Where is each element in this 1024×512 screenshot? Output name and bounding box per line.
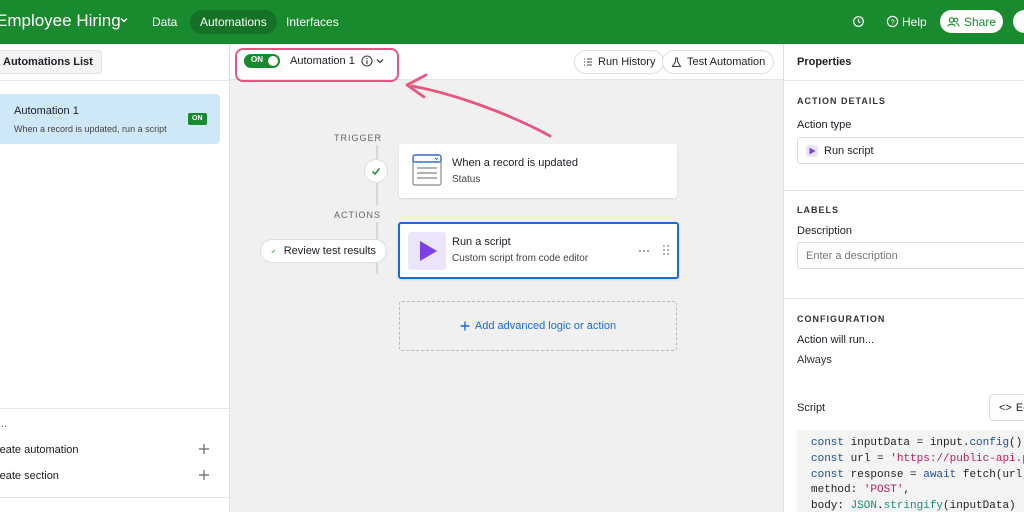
automations-sidebar: Automations List Automation 1 When a rec… [0,44,230,512]
divider [0,408,229,409]
code-line: body: JSON.stringify(inputData) [811,500,1016,512]
annotation-highlight-box [235,48,399,82]
flask-icon [671,56,682,67]
review-label: Review test results [283,245,376,257]
status-badge: ON [188,113,207,125]
avatar[interactable] [1013,10,1024,33]
list-icon [584,58,592,66]
more-icon[interactable] [638,246,650,256]
create-section-link[interactable]: Create section [0,470,59,482]
divider [784,190,1024,191]
play-icon [408,232,446,270]
nav-automations[interactable]: Automations [190,10,277,34]
trigger-card[interactable]: When a record is updated Status [399,144,677,198]
help-button[interactable]: Help [902,15,927,29]
code-line: const url = 'https://public-api.pro [811,452,1024,465]
review-test-results-button[interactable]: Review test results [260,239,387,263]
code-line: const inputData = input.config(); [811,437,1024,449]
trigger-status [364,159,388,183]
code-line: const response = await fetch(url, { [811,468,1024,481]
labels-heading: LABELS [797,205,839,215]
trigger-subtitle: Status [452,174,481,185]
code-icon: <> [999,401,1012,414]
test-automation-button[interactable]: Test Automation [662,50,775,74]
description-input[interactable]: Enter a description [797,242,1024,269]
divider [784,298,1024,299]
top-bar: Employee Hiring Data Automations Interfa… [0,0,1024,44]
description-placeholder: Enter a description [806,249,898,262]
drag-handle-icon[interactable] [662,244,670,256]
script-code-preview[interactable]: const inputData = input.config(); const u… [797,430,1024,512]
trigger-title: When a record is updated [452,157,578,169]
edit-label: Edit [1015,401,1024,414]
add-logic-button[interactable]: Add advanced logic or action [399,301,677,351]
add-logic-label: Add advanced logic or action [474,320,617,332]
nav-data[interactable]: Data [142,10,187,34]
configuration-heading: CONFIGURATION [797,314,886,324]
automations-list-tab[interactable]: Automations List [0,50,102,74]
record-form-icon [412,154,442,186]
divider [0,80,229,81]
share-label: Share [963,14,997,29]
action-will-run-label: Action will run... [797,334,875,346]
divider [0,497,229,498]
trigger-label: TRIGGER [334,133,383,143]
svg-text:?: ? [890,17,894,26]
automation-canvas: ON Automation 1 Run History Test Automat… [230,44,783,512]
divider [784,80,1024,81]
plus-icon[interactable] [198,469,210,481]
help-icon[interactable]: ? [886,15,899,28]
action-will-run-value: Always [797,354,832,366]
play-icon [806,144,818,157]
section-header: ... [0,418,8,430]
nav-interfaces[interactable]: Interfaces [276,10,349,34]
annotation-arrow [405,73,552,138]
automation-item-description: When a record is updated, run a script [14,124,167,134]
action-card[interactable]: Run a script Custom script from code edi… [398,222,679,279]
automation-item-name: Automation 1 [14,105,79,117]
automation-list-item[interactable]: Automation 1 When a record is updated, r… [0,94,220,144]
actions-label: ACTIONS [334,210,382,220]
action-type-value: Run script [824,144,874,157]
connector-line [376,183,378,205]
plus-icon [460,321,470,331]
chevron-down-icon[interactable] [118,14,130,26]
action-type-select[interactable]: Run script [797,137,1024,164]
edit-script-button[interactable]: <> Edit [989,394,1024,421]
action-subtitle: Custom script from code editor [452,253,589,264]
users-icon [947,16,960,27]
check-icon [371,168,381,176]
action-details-heading: ACTION DETAILS [797,96,886,106]
plus-icon[interactable] [198,443,210,455]
properties-panel: Properties ACTION DETAILS Action type Ru… [783,44,1024,512]
code-line: method: 'POST', [811,484,911,497]
run-history-label: Run History [598,56,656,68]
history-icon[interactable] [852,15,865,28]
script-label: Script [797,402,826,414]
run-history-button[interactable]: Run History [574,50,665,74]
share-button[interactable]: Share [940,10,1003,33]
properties-title: Properties [797,56,852,68]
description-label: Description [797,225,853,237]
action-title: Run a script [452,236,511,248]
base-title[interactable]: Employee Hiring [0,11,121,31]
test-automation-label: Test Automation [687,56,766,68]
check-icon [271,249,276,253]
connector-line [376,145,378,159]
create-automation-link[interactable]: Create automation [0,444,79,456]
action-type-label: Action type [797,119,852,131]
